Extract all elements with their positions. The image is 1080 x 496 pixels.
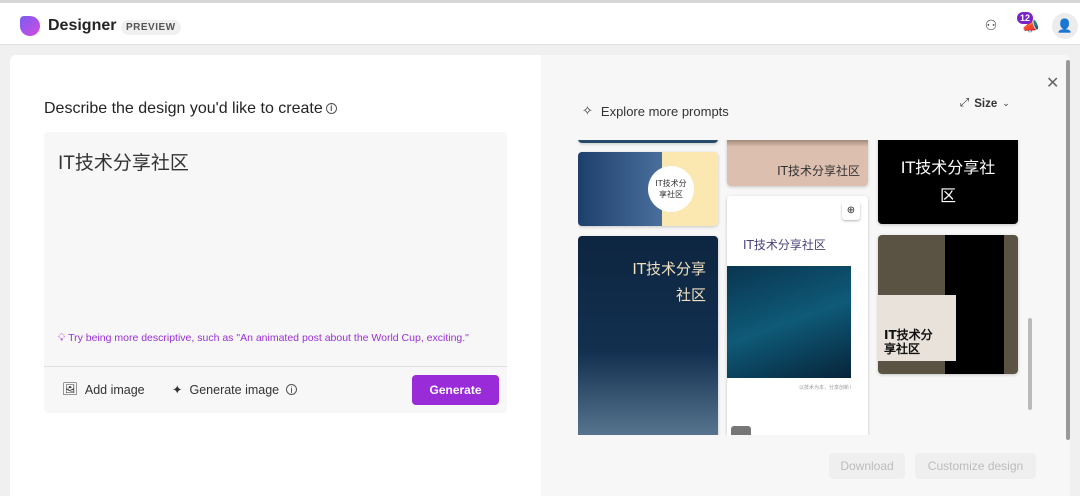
- notification-badge: 12: [1017, 12, 1034, 24]
- top-bar: Designer PREVIEW ⚇ 📣 12 👤: [0, 0, 1080, 45]
- share-icon[interactable]: ⚇: [980, 14, 1002, 36]
- app-name: Designer: [48, 17, 117, 34]
- prompt-box: IT技术分享社区 💡︎ Try being more descriptive, …: [44, 132, 507, 413]
- sparkle-icon: ✦: [172, 383, 183, 397]
- designer-logo-icon: [20, 16, 40, 36]
- design-card[interactable]: IT技术分享社 区: [878, 140, 1018, 224]
- divider: [44, 366, 507, 367]
- add-image-icon: 🖼: [62, 382, 78, 396]
- explore-label: Explore more prompts: [600, 103, 729, 119]
- resize-icon: ⤢: [960, 97, 970, 109]
- generate-image-label: Generate image: [189, 382, 280, 397]
- info-icon[interactable]: i: [286, 384, 298, 395]
- card-image: [727, 266, 851, 378]
- size-label: Size: [974, 97, 998, 110]
- design-card[interactable]: IT技术分 享社区: [878, 235, 1018, 374]
- design-card[interactable]: IT技术分享社区: [727, 140, 868, 186]
- card-text: IT技术分 享社区: [648, 166, 694, 212]
- card-text: IT技术分享 社区: [632, 260, 706, 304]
- customize-design-button[interactable]: Customize design: [915, 453, 1036, 479]
- close-icon[interactable]: ✕: [1046, 73, 1059, 93]
- card-text: IT技术分享社区: [777, 164, 860, 178]
- preview-badge: PREVIEW: [121, 20, 181, 35]
- add-image-label: Add image: [84, 382, 145, 397]
- download-button[interactable]: Download: [829, 453, 905, 479]
- generate-button[interactable]: Generate: [412, 375, 499, 405]
- design-card[interactable]: IT技术分享 社区: [578, 236, 718, 435]
- card-caption: 以技术为本，分享创新！: [798, 385, 854, 391]
- zoom-in-icon[interactable]: ⊕: [842, 202, 860, 220]
- prompt-input[interactable]: IT技术分享社区: [58, 148, 189, 175]
- generate-image-button[interactable]: ✦ Generate image i: [172, 382, 298, 397]
- card-text: IT技术分 享社区: [884, 328, 933, 356]
- hint-label: Try being more descriptive, such as "An …: [68, 332, 469, 344]
- gallery-scrollbar[interactable]: [1028, 318, 1032, 410]
- chevron-down-icon: ⌄: [1002, 98, 1010, 108]
- edit-icon[interactable]: [731, 426, 751, 435]
- title-text: Describe the design you'd like to create: [44, 100, 323, 117]
- card-text: IT技术分享社区: [743, 238, 826, 252]
- add-image-button[interactable]: 🖼 Add image: [62, 382, 145, 397]
- design-gallery: IT技术分 享社区 IT技术分享 社区 IT技术分享社区 ⊕ IT技术分享社区 …: [578, 140, 1023, 435]
- page-scrollbar[interactable]: [1066, 60, 1070, 440]
- design-card[interactable]: [578, 140, 718, 143]
- sparkle-icon: ✧: [582, 103, 593, 118]
- lightbulb-icon: 💡︎: [58, 332, 69, 344]
- main-panel: Describe the design you'd like to create…: [10, 55, 1070, 496]
- hint-text: 💡︎ Try being more descriptive, such as "…: [58, 332, 469, 345]
- card-text: IT技术分享社 区: [900, 158, 996, 205]
- design-card[interactable]: IT技术分 享社区: [578, 152, 718, 226]
- page-title: Describe the design you'd like to create…: [44, 100, 337, 118]
- explore-prompts-button[interactable]: ✧ Explore more prompts: [582, 103, 729, 119]
- info-icon[interactable]: i: [325, 103, 337, 114]
- size-dropdown[interactable]: ⤢ Size ⌄: [960, 97, 1010, 110]
- account-avatar-icon[interactable]: 👤: [1052, 13, 1078, 39]
- design-card[interactable]: ⊕ IT技术分享社区 以技术为本，分享创新！: [727, 196, 868, 435]
